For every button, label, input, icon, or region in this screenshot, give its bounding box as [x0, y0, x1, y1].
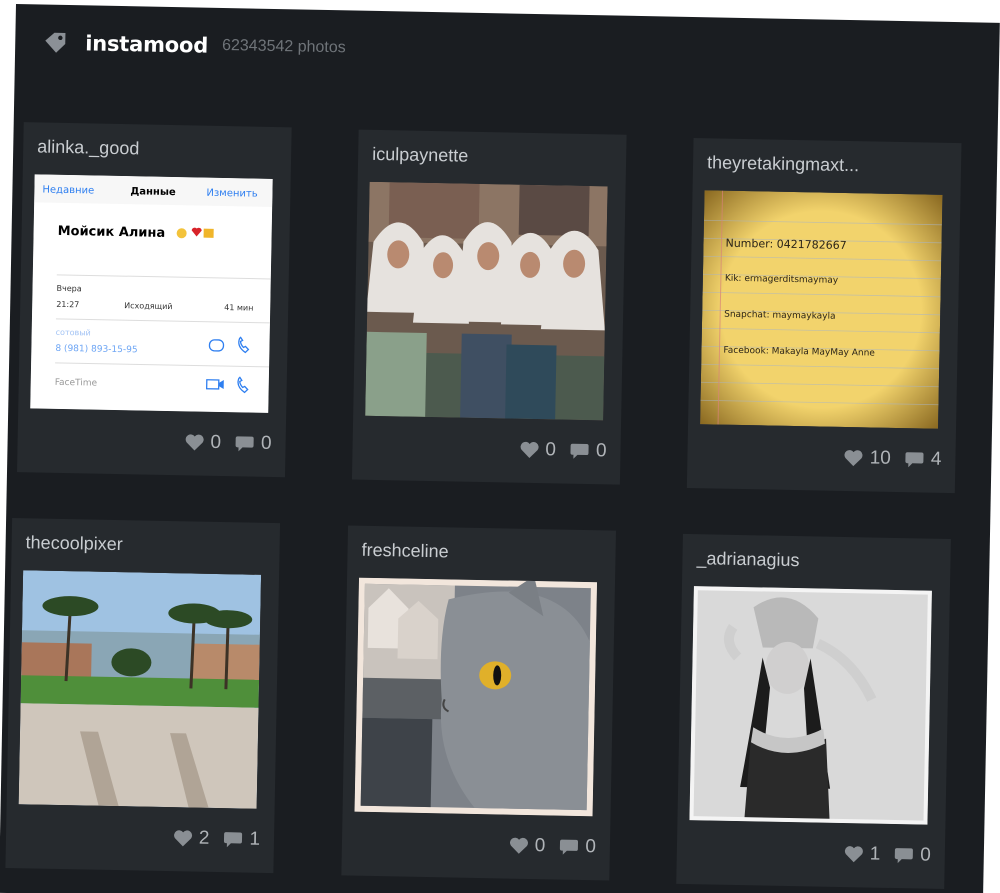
heart-icon — [173, 830, 192, 847]
note-line-snapchat: Snapchat: maymaykayla — [724, 310, 836, 322]
like-count-value: 0 — [534, 835, 546, 857]
call-time: 21:27 — [56, 300, 79, 309]
brand-title[interactable]: instamood — [85, 31, 208, 57]
contact-name: Мойсик Алина — [57, 224, 165, 241]
phone-number: 8 (981) 893-15-95 — [55, 344, 137, 356]
like-count[interactable]: 0 — [509, 835, 546, 858]
like-count-value: 0 — [210, 431, 222, 454]
like-count-value: 10 — [869, 447, 892, 469]
card-photo[interactable] — [365, 181, 608, 421]
note-line-number: Number: 0421782667 — [725, 237, 846, 252]
group-photo-image — [365, 181, 608, 421]
comment-count-value: 0 — [595, 440, 607, 462]
edit-label: Изменить — [206, 188, 258, 200]
comment-count[interactable]: 4 — [905, 448, 942, 471]
card-photo[interactable] — [689, 586, 932, 825]
card-stats: 10 4 — [830, 447, 942, 471]
like-count-value: 2 — [198, 827, 210, 849]
comment-count[interactable]: 0 — [559, 836, 596, 859]
comment-icon — [560, 839, 579, 855]
card-stats: 0 0 — [505, 438, 607, 462]
facetime-label: FaceTime — [55, 378, 98, 389]
like-count[interactable]: 0 — [184, 431, 221, 454]
card-username[interactable]: _adrianagius — [696, 548, 936, 574]
comment-icon — [895, 848, 914, 864]
comment-icon — [905, 452, 924, 468]
screen-title: Данные — [130, 186, 176, 198]
like-count[interactable]: 1 — [843, 843, 880, 866]
photo-card[interactable]: _adrianagius 1 0 — [676, 533, 951, 889]
comment-count[interactable]: 0 — [894, 844, 931, 867]
like-count[interactable]: 10 — [844, 447, 892, 470]
photo-card[interactable]: freshceline 0 0 — [341, 525, 617, 881]
notepad-image: Number: 0421782667 Kik: ermagerditsmayma… — [700, 190, 943, 429]
heart-icon — [509, 837, 528, 854]
page-header: instamood 62343542 photos — [43, 23, 346, 69]
photo-card[interactable]: thecoolpixer 2 1 — [5, 518, 281, 874]
card-photo[interactable]: Недавние Данные Изменить Мойсик Алина Вч… — [30, 174, 273, 413]
card-photo[interactable]: Number: 0421782667 Kik: ermagerditsmayma… — [700, 190, 943, 429]
back-label: Недавние — [42, 185, 94, 197]
like-count[interactable]: 2 — [173, 827, 210, 850]
card-photo[interactable] — [18, 570, 262, 809]
comment-icon — [570, 443, 590, 459]
photo-card[interactable]: alinka._good Недавние Данные Изменить Мо… — [17, 122, 292, 478]
screenshot-stage: instamood 62343542 photos alinka._good Н… — [0, 0, 1000, 893]
heart-icon — [185, 434, 204, 451]
card-stats: 0 0 — [495, 834, 596, 859]
comment-count[interactable]: 0 — [235, 432, 272, 455]
card-stats: 0 0 — [170, 431, 272, 455]
crown-emoji-icon — [203, 228, 214, 238]
heart-icon — [844, 846, 863, 863]
phone-contact-screenshot: Недавние Данные Изменить Мойсик Алина Вч… — [30, 174, 273, 413]
comment-count-value: 0 — [260, 432, 272, 454]
cat-image — [354, 577, 598, 817]
card-username[interactable]: iculpaynette — [372, 144, 612, 170]
portrait-image — [689, 586, 932, 825]
photo-card[interactable]: theyretakingmaxt... Number: 0421782667 K… — [686, 138, 962, 494]
palm-park-image — [18, 570, 262, 809]
heart-icon — [844, 450, 863, 467]
card-username[interactable]: alinka._good — [37, 136, 277, 162]
comment-count-value: 4 — [930, 448, 942, 470]
comment-count-value: 0 — [920, 844, 932, 866]
photo-card[interactable]: iculpaynette 0 0 — [351, 129, 627, 485]
card-stats: 2 1 — [159, 827, 260, 851]
card-username[interactable]: thecoolpixer — [25, 532, 265, 558]
phone-label: сотовый — [56, 328, 91, 338]
like-count-value: 0 — [545, 439, 557, 461]
comment-count-value: 0 — [585, 836, 597, 858]
comment-count[interactable]: 0 — [570, 440, 607, 463]
comment-icon — [235, 436, 255, 452]
comment-count-value: 1 — [249, 828, 261, 850]
card-stats: 1 0 — [829, 843, 931, 867]
comment-icon — [224, 832, 243, 848]
card-username[interactable]: theyretakingmaxt... — [707, 152, 947, 178]
like-count[interactable]: 0 — [519, 439, 556, 462]
comment-count[interactable]: 1 — [223, 828, 260, 851]
like-count-value: 1 — [869, 843, 881, 865]
photo-count: 62343542 photos — [221, 36, 346, 57]
card-username[interactable]: freshceline — [361, 540, 601, 566]
photo-board: instamood 62343542 photos alinka._good Н… — [0, 4, 1000, 893]
call-type: Исходящий — [124, 301, 172, 311]
heart-icon — [520, 441, 539, 458]
call-duration: 41 мин — [224, 303, 253, 313]
section-label: Вчера — [56, 284, 81, 293]
card-photo[interactable] — [354, 577, 598, 817]
tag-icon[interactable] — [43, 31, 67, 55]
